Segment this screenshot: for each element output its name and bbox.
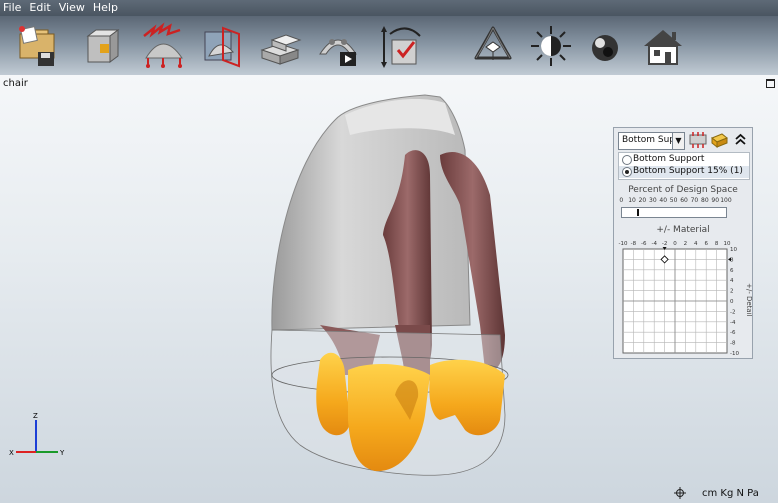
- loads-constraints-icon[interactable]: [140, 22, 186, 70]
- percent-tick-label: 90: [711, 197, 720, 204]
- percent-tick-label: 60: [680, 197, 688, 204]
- menu-bar: File Edit View Help: [0, 0, 778, 16]
- support-dropdown-value: Bottom Suppo: [622, 135, 672, 145]
- axis-triad: Z Y X: [8, 410, 68, 463]
- percent-tick-label: 50: [669, 197, 678, 204]
- menu-edit[interactable]: Edit: [25, 0, 54, 14]
- detail-tick-label: -4: [730, 320, 736, 326]
- support-material-icon[interactable]: [710, 131, 728, 149]
- support-list: Bottom Support Bottom Support 15% (1): [618, 152, 750, 180]
- axis-z-label: Z: [33, 412, 38, 420]
- symmetry-plane-icon[interactable]: [199, 22, 245, 70]
- 3d-viewport[interactable]: chair Z Y X cm Kg N Pa Bottom Su ▼ Botto…: [0, 75, 778, 503]
- material-tick-label: -2: [662, 241, 667, 247]
- radio-button[interactable]: [622, 155, 632, 165]
- detail-tick-label: 4: [730, 278, 734, 284]
- axis-x-label: X: [9, 449, 14, 457]
- detail-tick-label: -2: [730, 309, 735, 315]
- material-tick-label: 6: [704, 241, 708, 247]
- detail-tick-label: -10: [730, 351, 739, 357]
- shading-icon[interactable]: [582, 22, 628, 70]
- crosshair-icon[interactable]: [674, 487, 686, 499]
- percent-scale: 0 10 20 30 40 50 60 70 80 90 100: [619, 197, 732, 205]
- percent-tick-label: 40: [659, 197, 668, 204]
- material-blocks-icon[interactable]: [258, 22, 304, 70]
- detail-tick-label: 0: [730, 299, 734, 305]
- status-bar: cm Kg N Pa: [672, 487, 776, 501]
- constraint-pins-icon[interactable]: [689, 131, 707, 149]
- detail-tick-label: 10: [730, 247, 737, 253]
- detail-label: +/- Detail: [745, 283, 752, 317]
- percent-design-space-label: Percent of Design Space: [628, 185, 738, 195]
- main-toolbar: [0, 16, 778, 75]
- view-cube-icon[interactable]: [470, 22, 516, 70]
- menu-view[interactable]: View: [55, 0, 89, 14]
- material-tick-label: 8: [715, 241, 719, 247]
- detail-tick-label: 2: [730, 289, 734, 295]
- menu-help[interactable]: Help: [89, 0, 122, 14]
- percent-tick-label: 80: [701, 197, 709, 204]
- design-space-icon[interactable]: [80, 22, 126, 70]
- menu-file[interactable]: File: [0, 0, 25, 14]
- support-dropdown[interactable]: Bottom Suppo ▼: [618, 132, 685, 150]
- material-tick-label: 2: [684, 241, 688, 247]
- measure-icon[interactable]: [378, 22, 424, 70]
- percent-tick-label: 20: [638, 197, 647, 204]
- radio-button-selected[interactable]: [622, 167, 632, 177]
- percent-slider[interactable]: [621, 207, 727, 218]
- detail-tick-label: 6: [730, 268, 734, 274]
- material-tick-label: 0: [673, 241, 677, 247]
- percent-tick-label: 100: [720, 197, 732, 204]
- material-tick-label: -8: [631, 241, 637, 247]
- detail-tick-label: -6: [730, 330, 736, 336]
- percent-tick-label: 0: [619, 197, 624, 204]
- home-view-icon[interactable]: [640, 22, 686, 70]
- open-file-icon[interactable]: [14, 22, 60, 70]
- material-tick-label: -10: [619, 241, 628, 247]
- collapse-panel-icon[interactable]: [734, 133, 747, 146]
- material-tick-label: 4: [694, 241, 698, 247]
- percent-tick-label: 70: [690, 197, 699, 204]
- material-detail-grid[interactable]: -10 -8 -6 -4 -2 0 2 4 6 8 101086420-2-4-6-8-10+/- …: [614, 234, 752, 358]
- slider-thumb[interactable]: [637, 209, 640, 216]
- run-optimization-icon[interactable]: [316, 22, 362, 70]
- percent-tick-label: 30: [649, 197, 657, 204]
- detail-tick-label: -8: [730, 341, 736, 347]
- support-properties-panel: Bottom Suppo ▼ Bottom Support Bottom Sup…: [613, 127, 753, 359]
- chevron-down-icon[interactable]: ▼: [672, 133, 684, 149]
- support-list-item-1[interactable]: Bottom Support: [619, 154, 749, 166]
- material-tick-label: -6: [641, 241, 647, 247]
- axis-y-label: Y: [59, 449, 65, 457]
- units-label[interactable]: cm Kg N Pa: [702, 488, 759, 499]
- support-list-item-2[interactable]: Bottom Support 15% (1): [619, 166, 749, 178]
- material-tick-label: -4: [651, 241, 657, 247]
- lighting-icon[interactable]: [528, 22, 574, 70]
- percent-tick-label: 10: [628, 197, 636, 204]
